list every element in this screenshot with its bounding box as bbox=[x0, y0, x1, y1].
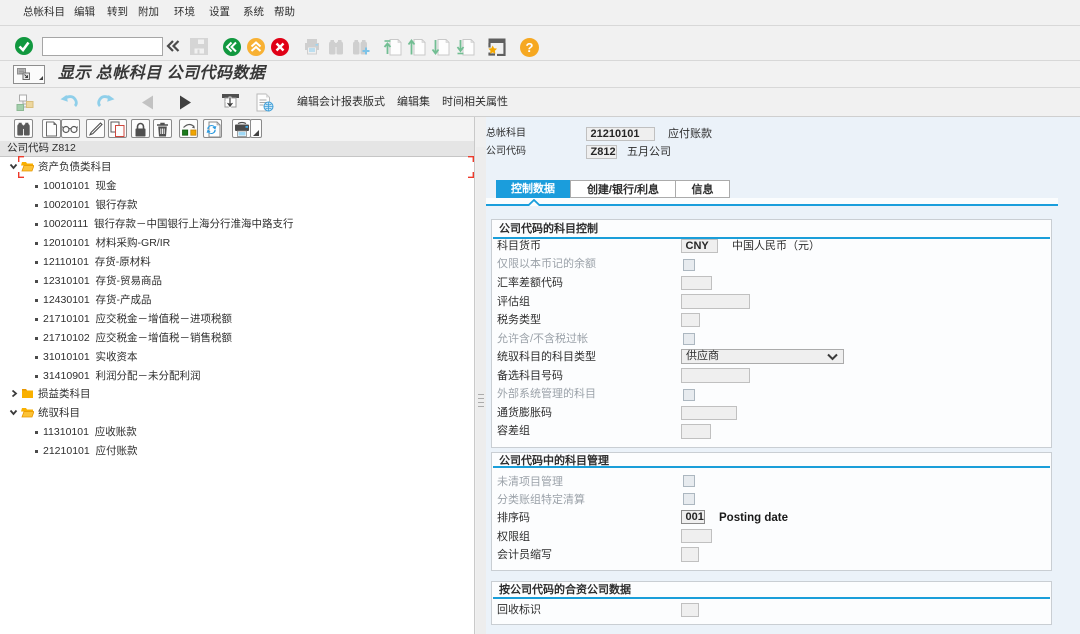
svg-text:?: ? bbox=[526, 40, 534, 55]
